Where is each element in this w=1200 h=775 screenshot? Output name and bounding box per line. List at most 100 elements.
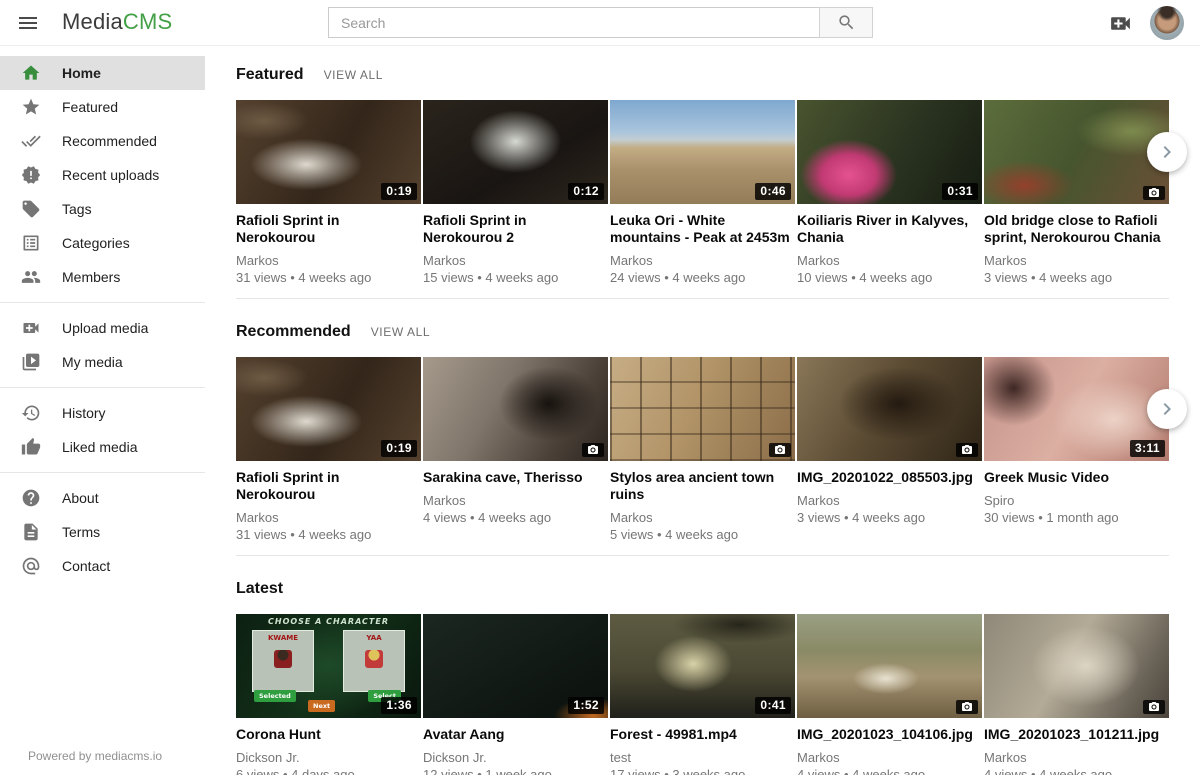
section-latest: LatestCHOOSE A CHARACTERKWAMEYAASelected… bbox=[236, 556, 1169, 775]
view-all-link[interactable]: VIEW ALL bbox=[324, 68, 384, 82]
sidebar-item-liked-media[interactable]: Liked media bbox=[0, 430, 205, 464]
sidebar-item-recent-uploads[interactable]: Recent uploads bbox=[0, 158, 205, 192]
photo-badge bbox=[1143, 186, 1165, 200]
camera-icon bbox=[587, 444, 599, 456]
sidebar-item-contact[interactable]: Contact bbox=[0, 549, 205, 583]
search-button[interactable] bbox=[819, 7, 873, 38]
sidebar-item-about[interactable]: About bbox=[0, 481, 205, 515]
media-title[interactable]: Rafioli Sprint in Nerokourou 2 bbox=[423, 212, 608, 246]
media-card: IMG_20201022_085503.jpg Markos 3 views • 4… bbox=[797, 357, 982, 555]
media-author[interactable]: Markos bbox=[984, 750, 1169, 765]
view-all-link[interactable]: VIEW ALL bbox=[371, 325, 431, 339]
media-author[interactable]: Markos bbox=[236, 253, 421, 268]
media-author[interactable]: Markos bbox=[984, 253, 1169, 268]
media-title[interactable]: Avatar Aang bbox=[423, 726, 608, 743]
sidebar-divider bbox=[0, 387, 205, 388]
media-title[interactable]: Stylos area ancient town ruins bbox=[610, 469, 795, 503]
menu-icon[interactable] bbox=[16, 10, 42, 36]
next-arrow-button[interactable] bbox=[1147, 132, 1187, 172]
media-thumbnail[interactable] bbox=[984, 614, 1169, 718]
media-title[interactable]: IMG_20201023_104106.jpg bbox=[797, 726, 982, 743]
media-meta: 24 views • 4 weeks ago bbox=[610, 270, 795, 285]
media-author[interactable]: Markos bbox=[610, 253, 795, 268]
media-author[interactable]: Markos bbox=[797, 750, 982, 765]
camera-icon bbox=[774, 444, 786, 456]
media-author[interactable]: Markos bbox=[797, 493, 982, 508]
duration-badge: 0:46 bbox=[755, 183, 791, 200]
media-author[interactable]: Markos bbox=[423, 493, 608, 508]
media-title[interactable]: IMG_20201023_101211.jpg bbox=[984, 726, 1169, 743]
media-thumbnail[interactable]: CHOOSE A CHARACTERKWAMEYAASelectedNextSe… bbox=[236, 614, 421, 718]
media-thumbnail[interactable] bbox=[984, 100, 1169, 204]
media-title[interactable]: Rafioli Sprint in Nerokourou bbox=[236, 469, 421, 503]
new-releases-icon bbox=[21, 164, 43, 186]
media-thumbnail[interactable]: 3:11 bbox=[984, 357, 1169, 461]
media-title[interactable]: Koiliaris River in Kalyves, Chania bbox=[797, 212, 982, 246]
media-title[interactable]: Greek Music Video bbox=[984, 469, 1169, 486]
sidebar-item-featured[interactable]: Featured bbox=[0, 90, 205, 124]
media-card: 0:46 Leuka Ori - White mountains - Peak a… bbox=[610, 100, 795, 298]
media-author[interactable]: Markos bbox=[610, 510, 795, 525]
camera-icon bbox=[961, 444, 973, 456]
sidebar-item-upload-media[interactable]: Upload media bbox=[0, 311, 205, 345]
media-thumbnail[interactable] bbox=[797, 357, 982, 461]
media-thumbnail[interactable] bbox=[423, 357, 608, 461]
media-meta: 15 views • 4 weeks ago bbox=[423, 270, 608, 285]
media-title[interactable]: Rafioli Sprint in Nerokourou bbox=[236, 212, 421, 246]
sidebar-item-home[interactable]: Home bbox=[0, 56, 205, 90]
media-title[interactable]: Old bridge close to Rafioli sprint, Nero… bbox=[984, 212, 1169, 246]
powered-by: Powered by mediacms.io bbox=[28, 749, 162, 763]
media-title[interactable]: Sarakina cave, Therisso bbox=[423, 469, 608, 486]
media-author[interactable]: test bbox=[610, 750, 795, 765]
thumb-up-icon bbox=[21, 436, 43, 458]
media-thumbnail[interactable]: 0:19 bbox=[236, 357, 421, 461]
media-card: CHOOSE A CHARACTERKWAMEYAASelectedNextSe… bbox=[236, 614, 421, 775]
search-bar bbox=[328, 7, 873, 38]
media-card: 0:31 Koiliaris River in Kalyves, Chania Ma… bbox=[797, 100, 982, 298]
media-card: Sarakina cave, TherissoMarkos4 views • 4… bbox=[423, 357, 608, 555]
sidebar-item-label: Tags bbox=[62, 201, 92, 217]
help-icon bbox=[21, 487, 43, 509]
media-title[interactable]: IMG_20201022_085503.jpg bbox=[797, 469, 982, 486]
media-thumbnail[interactable]: 0:41 bbox=[610, 614, 795, 718]
upload-media-button[interactable] bbox=[1108, 11, 1134, 35]
main-content: FeaturedVIEW ALL0:19Rafioli Sprint in Ne… bbox=[205, 0, 1200, 775]
media-thumbnail[interactable]: 0:19 bbox=[236, 100, 421, 204]
media-author[interactable]: Markos bbox=[236, 510, 421, 525]
sidebar-item-terms[interactable]: Terms bbox=[0, 515, 205, 549]
done-all-icon bbox=[21, 130, 43, 152]
sidebar-item-tags[interactable]: Tags bbox=[0, 192, 205, 226]
sidebar-item-members[interactable]: Members bbox=[0, 260, 205, 294]
media-author[interactable]: Dickson Jr. bbox=[236, 750, 421, 765]
media-meta: 4 views • 4 weeks ago bbox=[984, 767, 1169, 775]
avatar[interactable] bbox=[1150, 6, 1184, 40]
video-add-icon bbox=[21, 317, 43, 339]
game-button: Selected bbox=[254, 690, 296, 702]
media-author[interactable]: Dickson Jr. bbox=[423, 750, 608, 765]
media-thumbnail[interactable]: 0:46 bbox=[610, 100, 795, 204]
document-icon bbox=[21, 521, 43, 543]
media-author[interactable]: Markos bbox=[797, 253, 982, 268]
sidebar-item-history[interactable]: History bbox=[0, 396, 205, 430]
media-thumbnail[interactable] bbox=[797, 614, 982, 718]
media-author[interactable]: Spiro bbox=[984, 493, 1169, 508]
media-author[interactable]: Markos bbox=[423, 253, 608, 268]
next-arrow-button[interactable] bbox=[1147, 389, 1187, 429]
media-thumbnail[interactable]: 1:52 bbox=[423, 614, 608, 718]
search-input[interactable] bbox=[328, 7, 820, 38]
sidebar-item-categories[interactable]: Categories bbox=[0, 226, 205, 260]
logo[interactable]: MediaCMS bbox=[62, 9, 172, 35]
media-title[interactable]: Leuka Ori - White mountains - Peak at 24… bbox=[610, 212, 795, 246]
sidebar-item-recommended[interactable]: Recommended bbox=[0, 124, 205, 158]
media-thumbnail[interactable]: 0:12 bbox=[423, 100, 608, 204]
media-card: 0:19Rafioli Sprint in NerokourouMarkos31… bbox=[236, 357, 421, 555]
media-meta: 3 views • 4 weeks ago bbox=[797, 510, 982, 525]
sidebar-item-my-media[interactable]: My media bbox=[0, 345, 205, 379]
media-thumbnail[interactable] bbox=[610, 357, 795, 461]
media-thumbnail[interactable]: 0:31 bbox=[797, 100, 982, 204]
media-title[interactable]: Corona Hunt bbox=[236, 726, 421, 743]
media-title[interactable]: Forest - 49981.mp4 bbox=[610, 726, 795, 743]
character-name: KWAME bbox=[253, 634, 313, 642]
media-meta: 12 views • 1 week ago bbox=[423, 767, 608, 775]
chevron-right-icon bbox=[1155, 140, 1179, 164]
